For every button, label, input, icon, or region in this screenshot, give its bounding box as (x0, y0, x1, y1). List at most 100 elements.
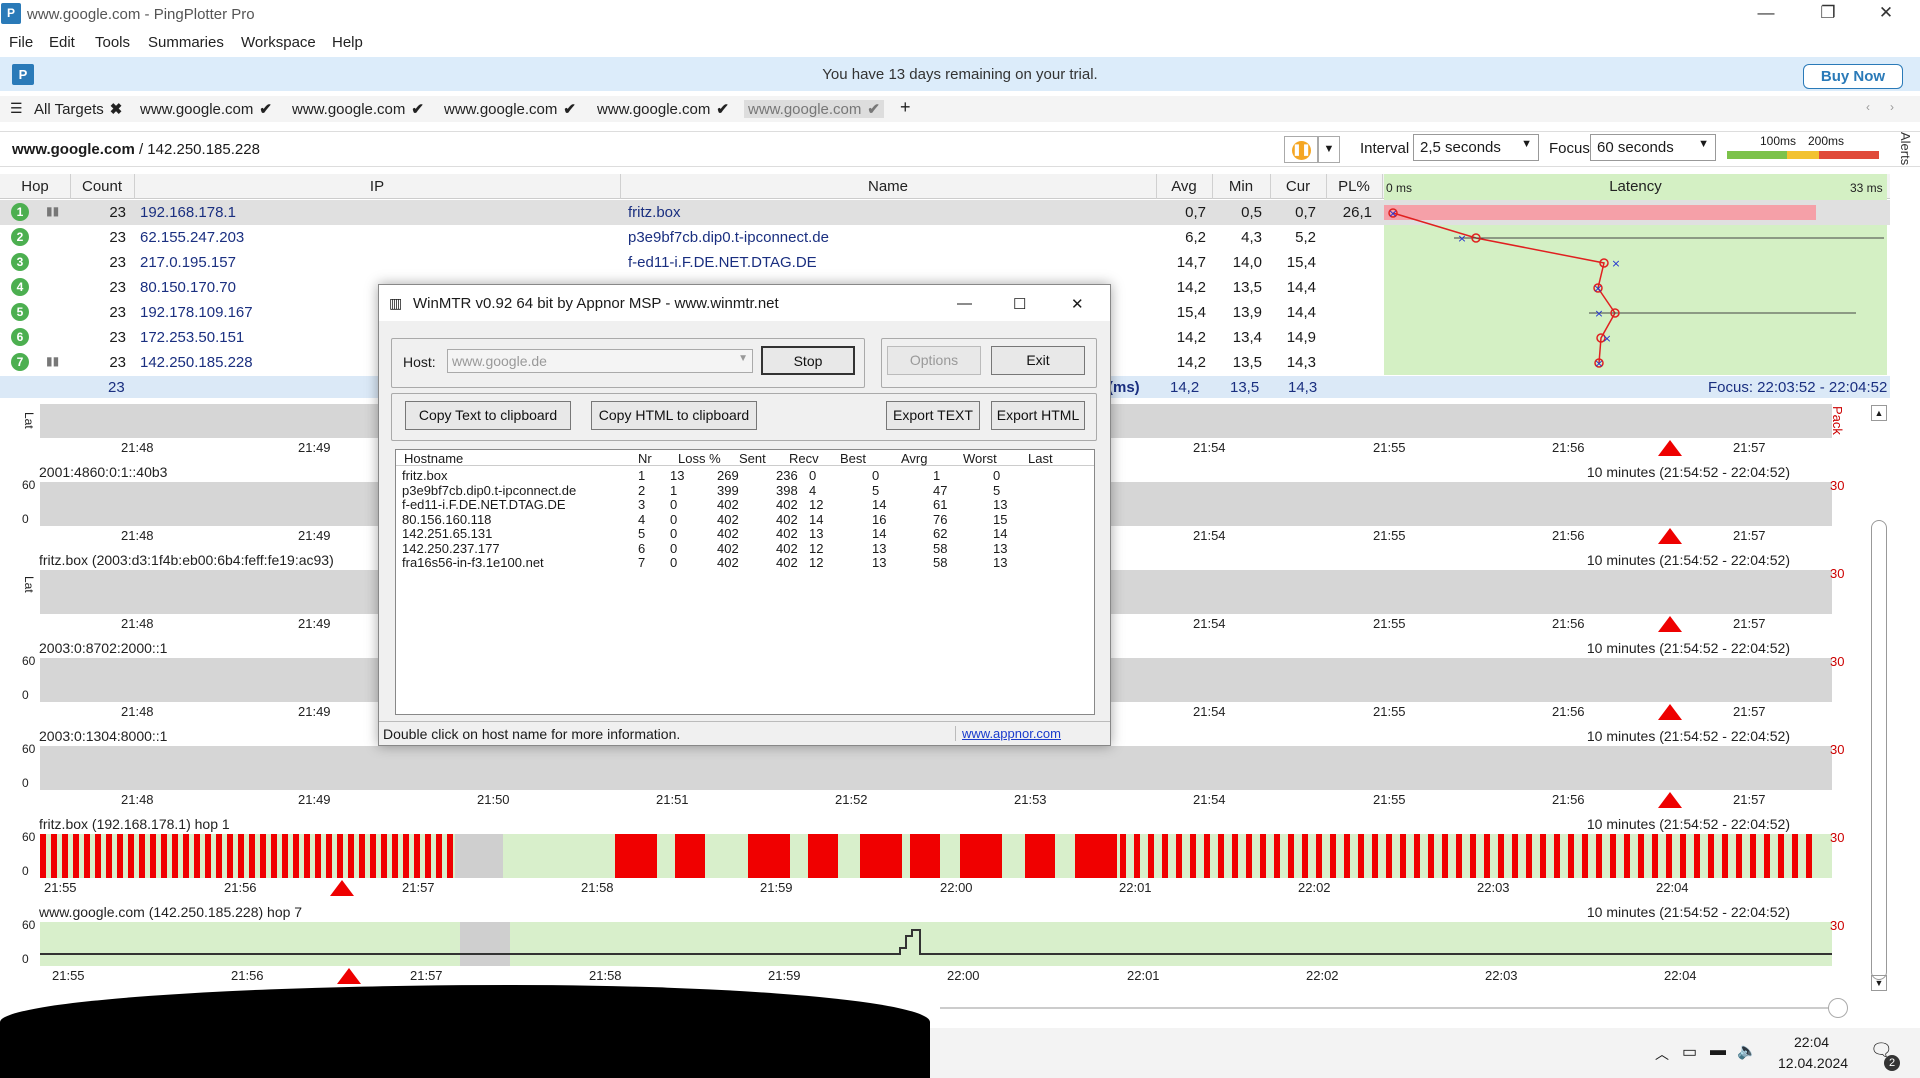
time-marker-icon[interactable] (337, 968, 361, 984)
time-tick: 21:54 (1193, 704, 1226, 719)
time-marker-icon[interactable] (1658, 440, 1682, 456)
col-cur[interactable]: Cur (1270, 178, 1326, 195)
maximize-button[interactable]: ☐ (1013, 295, 1026, 313)
menu-help[interactable]: Help (332, 34, 363, 51)
row-min: 0,5 (1241, 204, 1262, 221)
pause-button[interactable]: ❚❚ (1284, 136, 1318, 163)
vertical-scrollbar[interactable]: ▲ ▼ (1870, 405, 1888, 1000)
alerts-panel-tab[interactable]: Alerts (1893, 132, 1913, 165)
col-hop[interactable]: Hop (10, 178, 60, 195)
export-html-button[interactable]: Export HTML (991, 401, 1085, 430)
buy-now-button[interactable]: Buy Now (1803, 64, 1903, 89)
stop-button[interactable]: Stop (761, 346, 855, 375)
export-text-button[interactable]: Export TEXT (886, 401, 980, 430)
menu-summaries[interactable]: Summaries (148, 34, 224, 51)
options-button[interactable]: Options (887, 346, 981, 375)
add-tab-button[interactable]: + (900, 97, 911, 118)
col-avg[interactable]: Avg (1156, 178, 1212, 195)
scroll-thumb[interactable] (1828, 998, 1848, 1018)
hop-list-row[interactable]: fra16s56-in-f3.1e100.net 7 0 402 402 12 13 58 13 (396, 555, 1094, 570)
hop-list-row[interactable]: fritz.box 1 13 269 236 0 0 1 0 (396, 468, 1094, 483)
volume-icon[interactable]: 🔈 (1737, 1041, 1757, 1061)
time-marker-icon[interactable] (1658, 792, 1682, 808)
graph-range[interactable]: 10 minutes (21:54:52 - 22:04:52) (1587, 816, 1790, 832)
time-marker-icon[interactable] (1658, 616, 1682, 632)
graph-range[interactable]: 10 minutes (21:54:52 - 22:04:52) (1587, 904, 1790, 920)
focus-select[interactable]: 60 seconds ▼ (1590, 134, 1716, 161)
col-ip[interactable]: IP (134, 178, 620, 195)
hop-list-row[interactable]: 142.250.237.177 6 0 402 402 12 13 58 13 (396, 541, 1094, 556)
tab-target-active[interactable]: www.google.com ✔ (744, 100, 884, 118)
copy-html-button[interactable]: Copy HTML to clipboard (591, 401, 757, 430)
hop-list-row[interactable]: 142.251.65.131 5 0 402 402 13 14 62 14 (396, 526, 1094, 541)
col-best[interactable]: Best (840, 451, 866, 466)
horizontal-scrollbar[interactable] (940, 1007, 1840, 1009)
bar-chart-icon[interactable]: ▮▮ (46, 204, 60, 218)
close-button[interactable]: ✕ (1866, 3, 1906, 23)
pause-dropdown[interactable]: ▼ (1318, 136, 1340, 163)
time-marker-icon[interactable] (330, 880, 354, 896)
col-nr[interactable]: Nr (638, 451, 652, 466)
tab-target[interactable]: www.google.com ✔ (140, 100, 272, 118)
scroll-left-icon[interactable]: ‹ (1866, 100, 1870, 114)
col-name[interactable]: Name (620, 178, 1156, 195)
menu-workspace[interactable]: Workspace (241, 34, 316, 51)
tab-target[interactable]: www.google.com ✔ (597, 100, 729, 118)
restore-button[interactable]: ❐ (1808, 3, 1848, 23)
battery-icon[interactable]: ▬ (1710, 1042, 1726, 1060)
menu-file[interactable]: File (9, 34, 33, 51)
time-marker-icon[interactable] (1658, 704, 1682, 720)
scroll-right-icon[interactable]: › (1890, 100, 1894, 114)
col-count[interactable]: Count (72, 178, 132, 195)
hop-list-row[interactable]: p3e9bf7cb.dip0.t-ipconnect.de 2 1 399 398 4 5 4… (396, 482, 1094, 498)
exit-button[interactable]: Exit (991, 346, 1085, 375)
col-min[interactable]: Min (1212, 178, 1270, 195)
hop-list-row[interactable]: 80.156.160.118 4 0 402 402 14 16 76 15 (396, 511, 1094, 527)
chevron-up-icon[interactable]: ︿ (1655, 1044, 1669, 1064)
hop-list-cell: 47 (933, 482, 948, 498)
time-marker-icon[interactable] (1658, 528, 1682, 544)
minimize-button[interactable]: — (1746, 3, 1786, 23)
close-icon[interactable]: ✖ (110, 101, 123, 118)
clock-time[interactable]: 22:04 (1794, 1034, 1829, 1050)
tab-target[interactable]: www.google.com ✔ (292, 100, 424, 118)
col-avrg[interactable]: Avrg (901, 451, 928, 466)
col-hostname[interactable]: Hostname (404, 451, 463, 466)
appnor-link[interactable]: www.appnor.com (955, 726, 1089, 741)
col-loss[interactable]: Loss % (678, 451, 721, 466)
hop-list-cell: 402 (717, 511, 739, 527)
host-input[interactable]: www.google.de ▼ (447, 349, 753, 373)
graph-range[interactable]: 10 minutes (21:54:52 - 22:04:52) (1587, 728, 1790, 744)
scroll-down-icon[interactable]: ▼ (1871, 975, 1887, 991)
col-last[interactable]: Last (1028, 451, 1053, 466)
hop-list-cell: 4 (638, 511, 646, 527)
network-icon[interactable]: ▭ (1682, 1042, 1697, 1062)
winmtr-window: ▥ WinMTR v0.92 64 bit by Appnor MSP - ww… (378, 284, 1111, 746)
col-recv[interactable]: Recv (789, 451, 819, 466)
title-bar: P www.google.com - PingPlotter Pro — ❐ ✕ (0, 0, 1920, 29)
scroll-up-icon[interactable]: ▲ (1871, 405, 1887, 421)
col-sent[interactable]: Sent (739, 451, 766, 466)
bar-chart-icon[interactable]: ▮▮ (46, 354, 60, 368)
col-worst[interactable]: Worst (963, 451, 997, 466)
scroll-thumb[interactable] (1871, 520, 1887, 980)
menu-edit[interactable]: Edit (49, 34, 75, 51)
copy-text-button[interactable]: Copy Text to clipboard (405, 401, 571, 430)
interval-select[interactable]: 2,5 seconds ▼ (1413, 134, 1539, 161)
time-tick: 21:59 (768, 968, 801, 983)
minimize-button[interactable]: — (957, 295, 972, 312)
col-pl[interactable]: PL% (1326, 178, 1382, 195)
close-button[interactable]: ✕ (1071, 295, 1084, 313)
graph-range[interactable]: 10 minutes (21:54:52 - 22:04:52) (1587, 552, 1790, 568)
chevron-down-icon[interactable]: ▼ (738, 353, 748, 364)
tab-target[interactable]: www.google.com ✔ (444, 100, 576, 118)
row-cur: 5,2 (1295, 229, 1316, 246)
clock-date[interactable]: 12.04.2024 (1778, 1055, 1848, 1071)
graph-range[interactable]: 10 minutes (21:54:52 - 22:04:52) (1587, 640, 1790, 656)
tab-all-targets[interactable]: All Targets ✖ (34, 100, 122, 118)
hop-list[interactable]: Hostname Nr Loss % Sent Recv Best Avrg W… (395, 449, 1095, 715)
hop-list-row[interactable]: f-ed11-i.F.DE.NET.DTAG.DE 3 0 402 402 12 14 61 1… (396, 497, 1094, 512)
hamburger-icon[interactable]: ☰ (10, 100, 23, 117)
menu-tools[interactable]: Tools (95, 34, 130, 51)
graph-range[interactable]: 10 minutes (21:54:52 - 22:04:52) (1587, 464, 1790, 480)
